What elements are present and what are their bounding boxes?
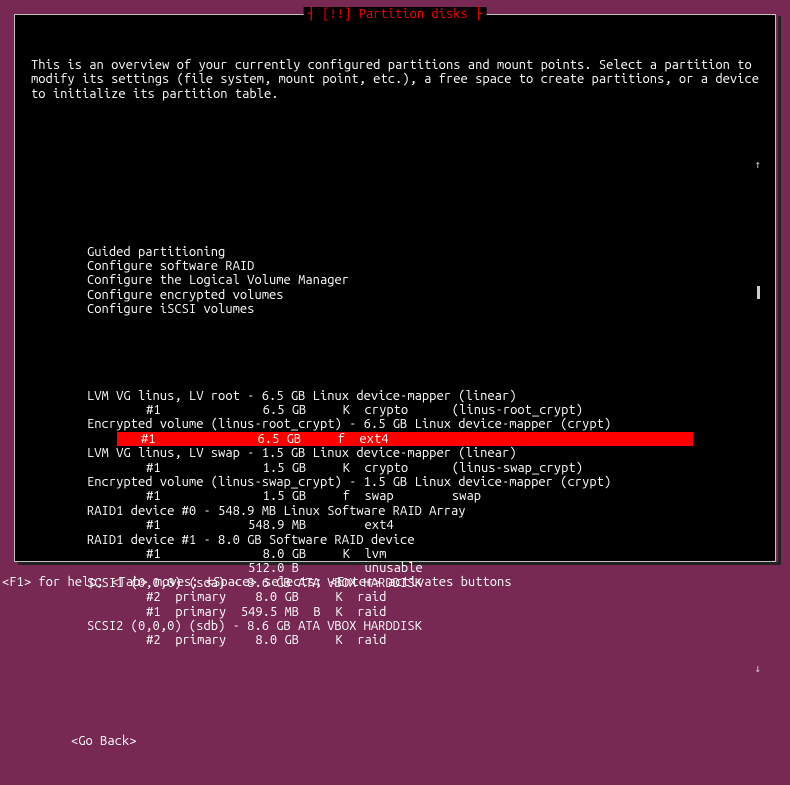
menu-item[interactable]: Configure iSCSI volumes — [31, 302, 759, 316]
partition-row[interactable]: #1 6.5 GB K crypto (linus-root_crypt) — [31, 403, 759, 417]
device-heading[interactable]: LVM VG linus, LV swap - 1.5 GB Linux dev… — [31, 446, 759, 460]
device-heading[interactable]: SCSI2 (0,0,0) (sdb) - 8.6 GB ATA VBOX HA… — [31, 619, 759, 633]
menu-item[interactable]: Configure software RAID — [31, 259, 759, 273]
scroll-down-icon: ↓ — [754, 662, 761, 676]
partition-menu[interactable]: ↑ ↓ Guided partitioningConfigure softwar… — [31, 158, 759, 676]
intro-text: This is an overview of your currently co… — [31, 58, 759, 101]
scroll-up-icon: ↑ — [754, 158, 761, 172]
menu-item[interactable]: Configure encrypted volumes — [31, 288, 759, 302]
partition-row[interactable]: #2 primary 8.0 GB K raid — [31, 633, 759, 647]
scroll-thumb-icon — [757, 286, 760, 299]
menu-item[interactable]: Guided partitioning — [31, 245, 759, 259]
device-heading[interactable]: LVM VG linus, LV root - 6.5 GB Linux dev… — [31, 389, 759, 403]
device-heading[interactable]: Encrypted volume (linus-root_crypt) - 6.… — [31, 417, 759, 431]
partition-row[interactable]: #1 548.9 MB ext4 — [31, 518, 759, 532]
partition-row-selected[interactable]: #1 6.5 GB f ext4 — [117, 432, 693, 446]
help-bar: <F1> for help; <Tab> moves; <Space> sele… — [2, 575, 512, 589]
device-heading[interactable]: Encrypted volume (linus-swap_crypt) - 1.… — [31, 475, 759, 489]
dialog-title: ┤ [!!] Partition disks ├ — [304, 7, 487, 21]
partition-row[interactable]: #1 8.0 GB K lvm — [31, 547, 759, 561]
device-heading[interactable]: RAID1 device #1 - 8.0 GB Software RAID d… — [31, 533, 759, 547]
dialog-content: This is an overview of your currently co… — [15, 15, 775, 785]
device-heading[interactable]: RAID1 device #0 - 548.9 MB Linux Softwar… — [31, 504, 759, 518]
partition-row[interactable]: #1 1.5 GB f swap swap — [31, 489, 759, 503]
partition-row[interactable]: #1 primary 549.5 MB B K raid — [31, 605, 759, 619]
menu-item[interactable]: Configure the Logical Volume Manager — [31, 273, 759, 287]
partition-row[interactable]: 512.0 B unusable — [31, 561, 759, 575]
partition-row[interactable]: #1 1.5 GB K crypto (linus-swap_crypt) — [31, 461, 759, 475]
go-back-button[interactable]: <Go Back> — [31, 720, 759, 748]
partition-row[interactable]: #2 primary 8.0 GB K raid — [31, 590, 759, 604]
dialog-frame: ┤ [!!] Partition disks ├ This is an over… — [14, 14, 776, 562]
